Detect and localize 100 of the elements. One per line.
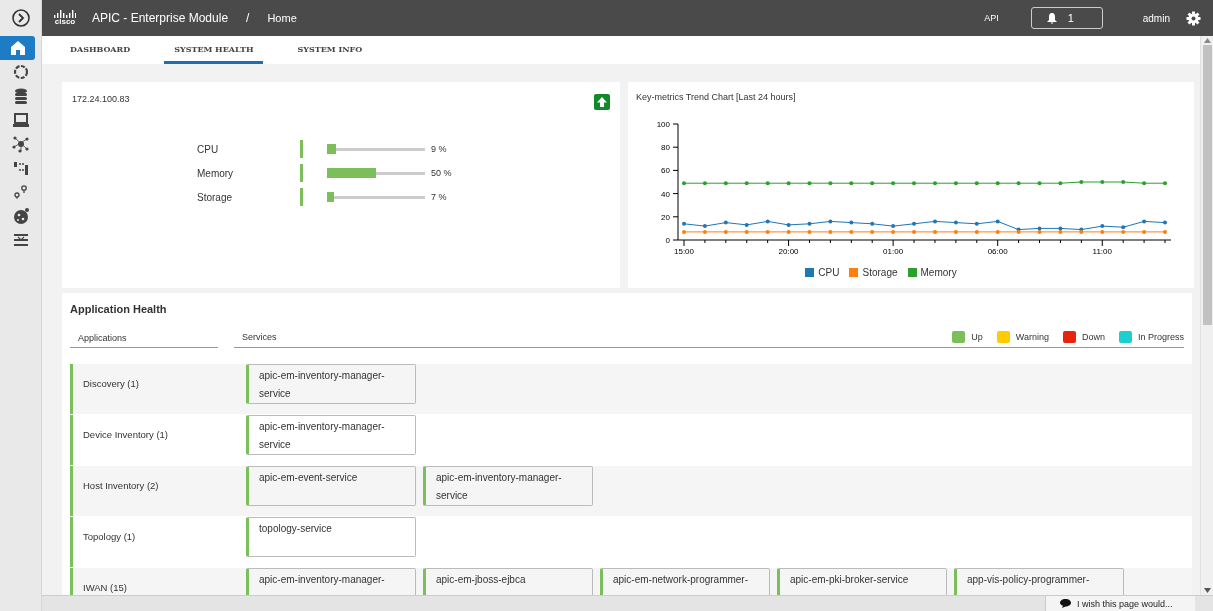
- axis-tick-label: 100: [656, 120, 670, 129]
- data-point: [912, 181, 916, 186]
- scrollbar[interactable]: [1200, 36, 1213, 595]
- data-point: [786, 181, 791, 186]
- feedback-button[interactable]: I wish this page would...: [1045, 596, 1195, 611]
- data-point: [1142, 219, 1147, 224]
- api-link[interactable]: API: [984, 13, 999, 23]
- breadcrumb-page: Home: [267, 12, 297, 24]
- data-point: [1163, 229, 1167, 234]
- metric-marker: [300, 140, 303, 158]
- axis-tick-label: 01:00: [883, 247, 904, 256]
- metric-label: CPU: [197, 143, 220, 155]
- axis-tick-label: 40: [661, 189, 670, 199]
- service-tile[interactable]: topology-service: [246, 517, 416, 557]
- settings-icon[interactable]: [1186, 10, 1201, 26]
- bell-icon: [1045, 12, 1058, 24]
- data-point: [682, 229, 686, 234]
- data-point: [870, 229, 875, 234]
- tab[interactable]: DASHBOARD: [60, 36, 141, 64]
- data-point: [870, 221, 875, 226]
- scroll-down-icon[interactable]: [1203, 588, 1211, 593]
- data-point: [828, 219, 833, 224]
- data-point: [849, 181, 854, 186]
- metric-reading: 7 %: [431, 192, 447, 202]
- data-point: [1100, 180, 1105, 184]
- data-point: [995, 181, 1000, 186]
- data-point: [1037, 181, 1042, 186]
- data-point: [912, 221, 916, 226]
- data-point: [723, 229, 728, 234]
- metric-label: Storage: [197, 191, 234, 203]
- service-tile[interactable]: apic-em-event-service: [246, 466, 416, 506]
- data-point: [891, 181, 896, 186]
- data-point: [828, 229, 833, 234]
- service-tile[interactable]: apic-em-jboss-ejbca: [423, 568, 593, 595]
- metric-marker: [300, 188, 303, 206]
- data-point: [682, 181, 686, 186]
- data-point: [953, 181, 958, 186]
- data-point: [828, 181, 833, 186]
- axis-tick-label: 20: [661, 212, 670, 222]
- data-point: [953, 229, 958, 234]
- metric-reading: 50 %: [431, 168, 452, 178]
- axis-tick-label: 11:00: [1092, 247, 1112, 256]
- service-tile[interactable]: apic-em-inventory-manager-service: [246, 364, 416, 404]
- data-point: [933, 219, 937, 224]
- axis-tick-label: 15:00: [674, 247, 694, 256]
- data-point: [723, 220, 728, 225]
- data-point: [1121, 180, 1126, 184]
- application-name[interactable]: Discovery (1): [70, 364, 238, 414]
- data-point: [849, 220, 854, 225]
- host-address: 172.24.100.83: [72, 94, 130, 104]
- network-icon: [11, 135, 30, 153]
- topology-icon: [11, 159, 30, 177]
- service-tile[interactable]: apic-em-network-programmer-: [600, 568, 770, 595]
- service-tile[interactable]: apic-em-inventory-manager-service: [246, 415, 416, 455]
- data-point: [786, 229, 791, 234]
- data-point: [870, 181, 875, 186]
- tab[interactable]: SYSTEM INFO: [287, 36, 373, 64]
- axis-tick-label: 06:00: [987, 247, 1008, 256]
- home-icon: [8, 39, 27, 57]
- legend-label: In Progress: [1137, 332, 1184, 342]
- data-point: [723, 181, 728, 186]
- data-point: [974, 229, 979, 234]
- data-point: [1079, 180, 1084, 184]
- data-point: [995, 219, 1000, 224]
- data-point: [974, 181, 979, 186]
- service-tile[interactable]: app-vis-policy-programmer-: [954, 568, 1124, 595]
- map-pin-icon: [11, 183, 30, 201]
- data-point: [933, 181, 937, 186]
- logo-text: cisco: [54, 18, 76, 26]
- service-tile[interactable]: apic-em-inventory-manager-: [246, 568, 416, 595]
- up-arrow-icon: [594, 94, 610, 110]
- legend-label: CPU: [818, 267, 840, 278]
- data-point: [786, 222, 791, 227]
- data-point: [912, 229, 916, 234]
- data-point: [744, 222, 749, 227]
- application-name[interactable]: Host Inventory (2): [70, 466, 238, 516]
- product-title: APIC - Enterprise Module: [92, 11, 229, 25]
- data-point: [765, 181, 770, 186]
- notifications-button[interactable]: 1: [1030, 7, 1103, 29]
- metric-label: Memory: [197, 167, 235, 179]
- axis-tick-label: 20:00: [778, 247, 799, 256]
- data-point: [1142, 229, 1147, 234]
- tab[interactable]: SYSTEM HEALTH: [164, 36, 264, 64]
- user-name[interactable]: admin: [1142, 12, 1170, 24]
- breadcrumb-separator: /: [246, 11, 250, 25]
- data-point: [765, 229, 770, 234]
- data-point: [807, 221, 812, 226]
- service-tile[interactable]: apic-em-inventory-manager-service: [423, 466, 593, 506]
- data-point: [702, 181, 707, 186]
- chart-title: Key-metrics Trend Chart [Last 24 hours]: [636, 92, 797, 102]
- axis-tick-label: 60: [661, 166, 670, 176]
- service-tile[interactable]: apic-em-pki-broker-service: [777, 568, 947, 595]
- column-header: Applications: [70, 333, 218, 348]
- scroll-up-icon[interactable]: [1203, 38, 1211, 43]
- logo-bars-icon: [54, 10, 76, 18]
- collapse-icon: [11, 9, 30, 27]
- metric-reading: 9 %: [431, 144, 447, 154]
- data-point: [744, 181, 749, 186]
- laptop-icon: [11, 111, 30, 129]
- data-point: [682, 221, 686, 226]
